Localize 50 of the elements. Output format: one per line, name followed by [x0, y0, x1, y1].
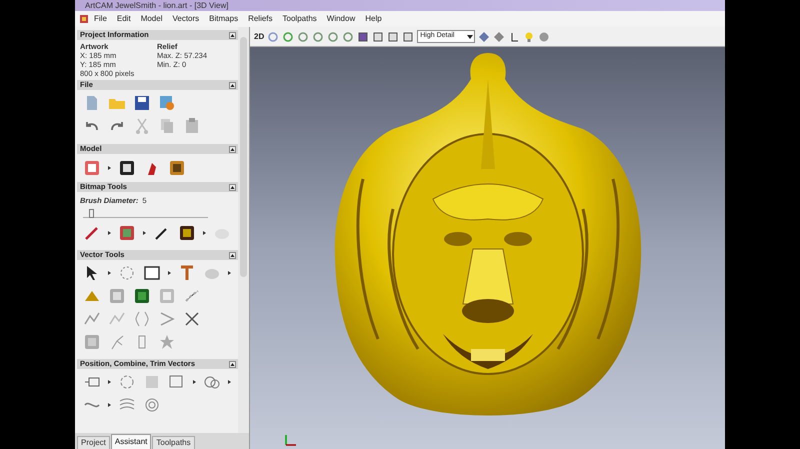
caret-icon	[143, 231, 146, 235]
menu-item[interactable]: Reliefs	[243, 13, 278, 25]
text-icon[interactable]	[178, 264, 196, 282]
menu-item[interactable]: Bitmaps	[204, 13, 244, 25]
caret-icon	[203, 231, 206, 235]
collapse-icon[interactable]	[229, 184, 236, 190]
slider-track[interactable]	[83, 208, 208, 218]
panel-tab[interactable]: Assistant	[110, 434, 152, 449]
collapse-icon[interactable]	[229, 252, 236, 258]
caret-icon	[168, 270, 171, 274]
window-title: ArtCAM JewelSmith - lion.art - [3D View]	[85, 0, 228, 10]
dropdown-arrow-icon[interactable]	[466, 32, 474, 40]
menu-item[interactable]: File	[89, 13, 112, 25]
collapse-icon[interactable]	[229, 146, 236, 152]
menu-item[interactable]: Toolpaths	[278, 13, 322, 25]
paste-icon[interactable]	[183, 116, 201, 134]
caret-icon	[108, 380, 111, 384]
caret-icon	[108, 270, 111, 274]
menu-item[interactable]: Window	[322, 13, 360, 25]
3d-viewport[interactable]	[250, 47, 725, 449]
slider-thumb[interactable]	[89, 209, 94, 218]
diamond-icon[interactable]	[478, 30, 490, 42]
caret-icon	[228, 380, 231, 384]
menu-item[interactable]: Help	[360, 13, 387, 25]
panel-tab[interactable]: Toolpaths	[152, 436, 195, 449]
pencil-icon[interactable]	[83, 224, 101, 242]
panel-tab[interactable]: Project	[77, 436, 110, 449]
caret-icon	[108, 166, 111, 170]
caret-icon	[108, 231, 111, 235]
menu-item[interactable]: Vectors	[167, 13, 204, 25]
cross-icon[interactable]	[183, 310, 201, 328]
angle-icon[interactable]	[158, 310, 176, 328]
caret-icon	[228, 270, 231, 274]
caret-icon	[193, 380, 196, 384]
rectangle-icon[interactable]	[143, 264, 161, 282]
collapse-icon[interactable]	[229, 360, 236, 368]
scrollbar[interactable]	[238, 27, 249, 433]
copy-icon[interactable]	[158, 116, 176, 134]
star-icon[interactable]	[158, 332, 176, 350]
bracket-icon[interactable]	[133, 310, 151, 328]
view-mode-button[interactable]: 2D	[254, 30, 264, 42]
cut-icon[interactable]	[133, 116, 151, 134]
save-icon[interactable]	[133, 94, 151, 112]
collapse-icon[interactable]	[229, 32, 236, 38]
collapse-icon[interactable]	[229, 82, 236, 88]
app-icon	[79, 14, 89, 24]
menu-item[interactable]: Edit	[112, 13, 136, 25]
menu-item[interactable]: Model	[136, 13, 168, 25]
caret-icon	[108, 402, 111, 406]
axis-icon	[284, 433, 298, 447]
